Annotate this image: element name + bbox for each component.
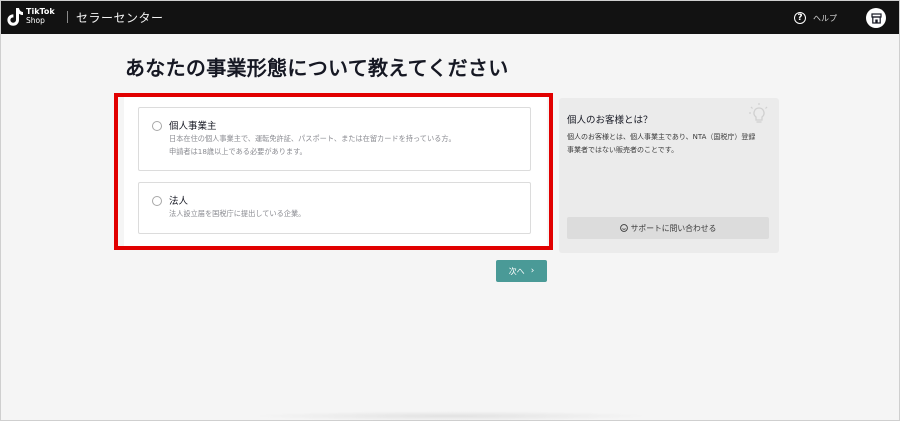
- info-body: 個人のお客様とは、個人事業主であり、NTA（国税庁）登録 事業者ではない販売者の…: [567, 131, 777, 157]
- shop-button[interactable]: [866, 8, 886, 28]
- option-description: 日本在住の個人事業主で、運転免許証、パスポート、または在留カードを持っている方。…: [169, 133, 456, 158]
- header-divider: [67, 11, 68, 23]
- question-circle-icon: ?: [794, 12, 806, 24]
- radio-sole-proprietor[interactable]: [152, 121, 162, 131]
- option-description: 法人設立届を国税庁に提出している企業。: [169, 208, 305, 221]
- logo-text: TikTok Shop: [26, 7, 55, 25]
- info-body-line2: 事業者ではない販売者のことです。: [567, 146, 679, 154]
- next-label: 次へ: [508, 266, 525, 276]
- option-desc-line1: 日本在住の個人事業主で、運転免許証、パスポート、または在留カードを持っている方。: [169, 134, 456, 143]
- lightbulb-icon: [749, 103, 768, 123]
- info-body-line1: 個人のお客様とは、個人事業主であり、NTA（国税庁）登録: [567, 133, 756, 141]
- option-desc-line1: 法人設立届を国税庁に提出している企業。: [169, 209, 306, 218]
- next-button[interactable]: 次へ ›: [496, 260, 547, 282]
- shop-icon: [870, 12, 882, 24]
- help-label: ヘルプ: [813, 13, 837, 23]
- smile-icon: [619, 224, 628, 232]
- option-title: 法人: [169, 196, 189, 207]
- page-title: あなたの事業形態について教えてください: [125, 56, 509, 80]
- info-card: 個人のお客様とは？ 個人のお客様とは、個人事業主であり、NTA（国税庁）登録 事…: [559, 98, 779, 253]
- app-title: セラーセンター: [76, 11, 164, 25]
- tiktok-logo-icon: [7, 8, 24, 26]
- radio-corporation[interactable]: [152, 196, 162, 206]
- tiktok-shop-logo[interactable]: TikTok Shop: [7, 7, 63, 28]
- option-sole-proprietor[interactable]: 個人事業主 日本在住の個人事業主で、運転免許証、パスポート、または在留カードを持…: [138, 107, 531, 171]
- bottom-shadow: [251, 411, 651, 421]
- top-bar: TikTok Shop セラーセンター ? ヘルプ: [1, 1, 899, 34]
- help-link[interactable]: ? ヘルプ: [794, 10, 837, 26]
- support-label: サポートに問い合わせる: [630, 223, 717, 233]
- option-corporation[interactable]: 法人 法人設立届を国税庁に提出している企業。: [138, 182, 531, 234]
- chevron-right-icon: ›: [530, 266, 535, 276]
- option-title: 個人事業主: [169, 121, 217, 132]
- option-desc-line2: 申請者は18歳以上である必要があります。: [169, 146, 307, 156]
- info-title: 個人のお客様とは？: [567, 115, 653, 126]
- contact-support-button[interactable]: サポートに問い合わせる: [567, 217, 769, 239]
- logo-line2: Shop: [26, 15, 45, 25]
- logo-line1: TikTok: [26, 7, 55, 16]
